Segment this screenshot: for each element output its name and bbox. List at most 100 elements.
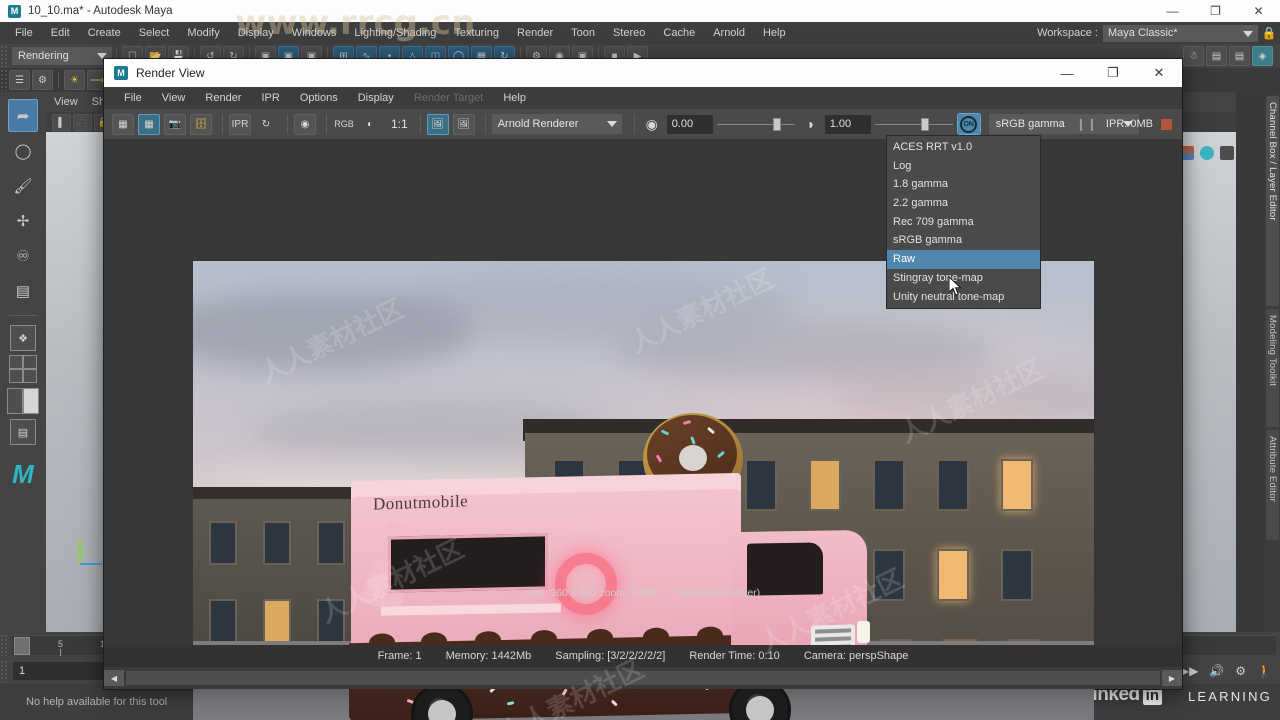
range-slider-grip[interactable] <box>0 660 8 682</box>
render-view-menu-ipr[interactable]: IPR <box>251 87 289 109</box>
pause-icon[interactable]: ❙❙ <box>1076 117 1098 131</box>
menu-item-raw[interactable]: Raw <box>887 250 1040 269</box>
menu-toon[interactable]: Toon <box>562 22 604 44</box>
fit-image-icon[interactable]: 🖼 <box>426 113 449 135</box>
workspace-select[interactable]: Maya Classic* <box>1103 24 1258 42</box>
menu-stereo[interactable]: Stereo <box>604 22 654 44</box>
menu-select[interactable]: Select <box>130 22 179 44</box>
menu-render[interactable]: Render <box>508 22 562 44</box>
menu-file[interactable]: File <box>6 22 42 44</box>
render-view-minimize-button[interactable]: — <box>1044 59 1090 87</box>
character-set-icon[interactable]: ☃ <box>1183 46 1204 66</box>
menu-item-srgb-gamma[interactable]: sRGB gamma <box>887 231 1040 250</box>
menu-modify[interactable]: Modify <box>178 22 228 44</box>
lock-icon[interactable]: 🔒 <box>1258 26 1280 40</box>
menu-item-unity-neutral-tone-map[interactable]: Unity neutral tone-map <box>887 288 1040 307</box>
tab-channel-box-layer-editor[interactable]: Channel Box / Layer Editor <box>1266 96 1279 306</box>
status-line-grip[interactable] <box>0 45 8 67</box>
viewport-menu-view[interactable]: View <box>54 96 78 108</box>
menu-edit[interactable]: Edit <box>42 22 79 44</box>
menu-item-2-2-gamma[interactable]: 2.2 gamma <box>887 194 1040 213</box>
scroll-track[interactable] <box>126 671 1160 685</box>
render-view-close-button[interactable]: ✕ <box>1136 59 1182 87</box>
range-start-field[interactable]: 1 <box>13 662 113 680</box>
ipr-render-icon[interactable]: IPR <box>229 113 251 135</box>
menuset-select[interactable]: Rendering <box>12 47 112 65</box>
menu-arnold[interactable]: Arnold <box>704 22 754 44</box>
tab-modeling-toolkit[interactable]: Modeling Toolkit <box>1266 309 1279 427</box>
rotate-tool-button[interactable]: ♾ <box>8 239 38 272</box>
exposure-slider[interactable] <box>716 115 795 134</box>
menu-item-aces-rrt[interactable]: ACES RRT v1.0 <box>887 138 1040 157</box>
lasso-select-tool-button[interactable]: ◯ <box>8 134 38 167</box>
menu-create[interactable]: Create <box>79 22 130 44</box>
graph-editor-icon[interactable] <box>1220 146 1234 160</box>
shelf-tabs-icon[interactable]: ☰ <box>9 70 30 90</box>
remove-image-icon[interactable]: 🖼 <box>452 113 475 135</box>
hypershade-icon[interactable] <box>1200 146 1214 160</box>
current-time-indicator[interactable] <box>14 637 30 655</box>
stop-icon[interactable] <box>1161 118 1172 130</box>
horizontal-scrollbar[interactable]: ◀ ▶ <box>104 667 1182 689</box>
alpha-channel-icon[interactable]: ◐ <box>359 114 381 135</box>
color-management-dropdown[interactable]: ACES RRT v1.0 Log 1.8 gamma 2.2 gamma Re… <box>886 135 1041 310</box>
menu-lighting-shading[interactable]: Lighting/Shading <box>345 22 445 44</box>
close-button[interactable]: ✕ <box>1237 0 1280 22</box>
single-pane-layout-button[interactable]: ❖ <box>10 325 36 351</box>
minimize-button[interactable]: — <box>1151 0 1194 22</box>
render-view-menu-help[interactable]: Help <box>493 87 536 109</box>
ambient-light-icon[interactable]: ☀ <box>64 70 85 90</box>
snapshot-icon[interactable]: 📷 <box>164 113 186 135</box>
menu-windows[interactable]: Windows <box>283 22 346 44</box>
outliner-persp-layout-button[interactable]: ▤ <box>10 419 36 445</box>
menu-item-log[interactable]: Log <box>887 157 1040 176</box>
exposure-field[interactable]: 0.00 <box>666 114 713 134</box>
zoom-ratio-label[interactable]: 1:1 <box>391 117 408 131</box>
scroll-left-arrow-icon[interactable]: ◀ <box>104 670 124 686</box>
rgb-channel-icon[interactable]: RGB <box>333 114 355 135</box>
ipr-region-icon[interactable]: ◉ <box>294 113 316 135</box>
tab-attribute-editor[interactable]: Attribute Editor <box>1266 430 1279 540</box>
move-tool-button[interactable]: ✢ <box>8 204 38 237</box>
shelf-grip[interactable] <box>0 69 8 91</box>
color-management-toggle[interactable]: ON <box>956 113 981 135</box>
slider-knob[interactable] <box>772 117 781 131</box>
layer-editor-icon[interactable]: ▤ <box>1206 46 1227 66</box>
render-region-icon[interactable]: ▦ <box>112 113 134 135</box>
channel-box-panel[interactable] <box>1236 92 1265 632</box>
menu-item-rec-709-gamma[interactable]: Rec 709 gamma <box>887 213 1040 232</box>
render-current-frame-icon[interactable]: ▦ <box>138 113 160 135</box>
slider-knob[interactable] <box>920 117 929 131</box>
select-camera-icon[interactable]: ▌ <box>52 113 71 131</box>
render-view-maximize-button[interactable]: ❐ <box>1090 59 1136 87</box>
maximize-button[interactable]: ❐ <box>1194 0 1237 22</box>
render-view-menu-render[interactable]: Render <box>195 87 251 109</box>
paint-select-tool-button[interactable]: 🖌 <box>8 169 38 202</box>
four-pane-layout-button[interactable] <box>9 355 37 383</box>
renderer-select[interactable]: Arnold Renderer <box>491 114 622 134</box>
menu-help[interactable]: Help <box>754 22 795 44</box>
menu-display[interactable]: Display <box>229 22 283 44</box>
keep-image-icon[interactable]: 🗄 <box>190 113 212 135</box>
scroll-right-arrow-icon[interactable]: ▶ <box>1162 670 1182 686</box>
time-slider-grip[interactable] <box>0 634 8 656</box>
auto-key-icon[interactable]: 🚶 <box>1257 664 1272 678</box>
show-hide-ui-icon[interactable]: ◈ <box>1252 46 1273 66</box>
refresh-ipr-icon[interactable]: ↻ <box>255 114 277 135</box>
menu-item-1-8-gamma[interactable]: 1.8 gamma <box>887 175 1040 194</box>
shelf-options-icon[interactable]: ⚙ <box>32 70 53 90</box>
animation-preferences-icon[interactable]: ⚙ <box>1235 664 1246 678</box>
menu-cache[interactable]: Cache <box>654 22 704 44</box>
menu-item-stingray-tone-map[interactable]: Stingray tone-map <box>887 269 1040 288</box>
render-view-menu-options[interactable]: Options <box>290 87 348 109</box>
gamma-slider[interactable] <box>874 115 953 134</box>
gamma-field[interactable]: 1.00 <box>824 114 871 134</box>
menu-texturing[interactable]: Texturing <box>445 22 508 44</box>
sound-icon[interactable]: 🔊 <box>1209 664 1224 678</box>
outliner-icon[interactable]: ▤ <box>1229 46 1250 66</box>
camera-attributes-icon[interactable]: 🎥 <box>73 113 92 131</box>
render-view-menu-view[interactable]: View <box>152 87 196 109</box>
select-tool-button[interactable]: ➦ <box>8 99 38 132</box>
render-view-menu-file[interactable]: File <box>114 87 152 109</box>
render-view-menu-display[interactable]: Display <box>348 87 404 109</box>
